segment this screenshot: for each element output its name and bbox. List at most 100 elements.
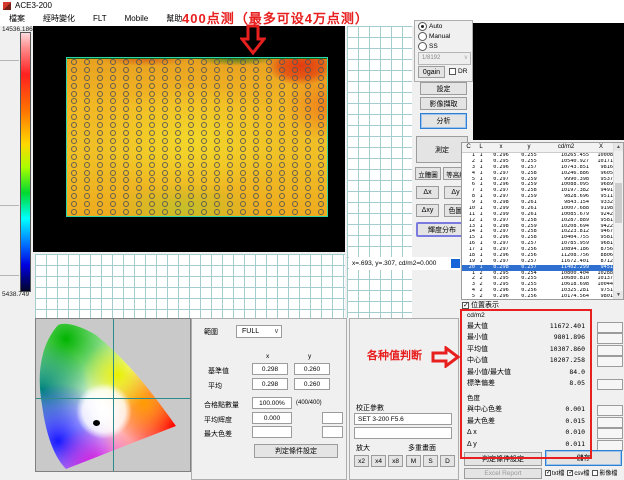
result-limit-box[interactable] <box>597 379 623 390</box>
shutter-select[interactable]: 1/8192 ∨ <box>418 52 471 65</box>
measure-point <box>253 91 259 97</box>
table-row[interactable]: 520.2960.25610174.5649801 <box>462 294 614 299</box>
measure-point <box>201 162 207 168</box>
reference-x-field[interactable]: 0.298 <box>252 363 288 375</box>
settings-button[interactable]: 設定 <box>420 82 467 95</box>
measure-point <box>253 185 259 191</box>
save-button[interactable]: 儲存 <box>545 450 622 466</box>
multi-M-button[interactable]: M <box>406 455 421 467</box>
table-scrollbar[interactable]: ▲ ▼ <box>613 143 623 299</box>
cie-chromaticity-panel[interactable] <box>35 318 191 472</box>
radio-Auto[interactable]: Auto <box>418 22 472 31</box>
average-x-field[interactable]: 0.298 <box>252 378 288 390</box>
max-color-diff-field[interactable] <box>252 426 292 438</box>
average-luminance-field[interactable]: 0.000 <box>252 412 292 424</box>
measure-point <box>136 130 142 136</box>
measure-point <box>266 122 272 128</box>
calibration-extra-field[interactable] <box>354 427 452 439</box>
measure-point <box>162 67 168 73</box>
checkbox-icon: ✓ <box>462 302 469 309</box>
measure-point <box>305 114 311 120</box>
delta-x-button[interactable]: Δx <box>416 186 439 199</box>
delta-xy-button[interactable]: Δxy <box>416 204 439 217</box>
dr-checkbox[interactable]: DR <box>449 68 467 75</box>
measure-point <box>318 114 324 120</box>
calibration-preset-field[interactable]: SET 3-200 F5.6 <box>354 413 452 425</box>
measure-point <box>227 91 233 97</box>
measure-point <box>97 98 103 104</box>
result-limit-box[interactable] <box>597 428 623 439</box>
zoom-x4-button[interactable]: x4 <box>371 455 386 467</box>
radio-Manual[interactable]: Manual <box>418 32 472 41</box>
scroll-down-icon[interactable]: ▼ <box>614 291 623 299</box>
measure-point <box>305 185 311 191</box>
measure-point <box>71 59 77 65</box>
capture-settings-panel: AutoManualSS 1/8192 ∨ 0gain DR <box>414 20 473 82</box>
result-value: 9801.896 <box>554 332 585 343</box>
result-limit-box[interactable] <box>597 345 623 356</box>
result-limit-box[interactable] <box>597 322 623 333</box>
measure-point <box>279 59 285 65</box>
measure-point <box>97 75 103 81</box>
average-luminance-aux-field[interactable] <box>322 412 343 424</box>
result-limit-box[interactable] <box>597 417 623 428</box>
menu-item-Mobile[interactable]: Mobile <box>116 12 158 26</box>
export-option-影像檔[interactable]: 影像檔 <box>592 468 617 477</box>
measure-point <box>110 75 116 81</box>
stereo-graph-button[interactable]: 立體圖 <box>415 167 441 180</box>
measure-point <box>123 170 129 176</box>
result-limit-box[interactable] <box>597 405 623 416</box>
radio-SS[interactable]: SS <box>418 42 472 51</box>
menu-item-FLT[interactable]: FLT <box>84 12 116 26</box>
result-limit-box[interactable] <box>597 356 623 367</box>
multi-D-button[interactable]: D <box>440 455 455 467</box>
measurement-table[interactable]: CLxycd/m2X 110.2960.25510265.45510008210… <box>461 142 624 300</box>
heatmap-measure-area[interactable] <box>66 57 328 217</box>
measure-point <box>227 162 233 168</box>
zoom-x2-button[interactable]: x2 <box>354 455 369 467</box>
col-header-X: X <box>589 143 613 152</box>
export-option-txt檔[interactable]: ✓txt檔 <box>545 468 564 477</box>
measure-point <box>318 162 324 168</box>
multi-S-button[interactable]: S <box>423 455 438 467</box>
measure-point <box>84 98 90 104</box>
range-select[interactable]: FULL ∨ <box>236 325 282 338</box>
measure-point <box>292 177 298 183</box>
cell: 9801 <box>589 294 613 299</box>
measure-point <box>318 59 324 65</box>
menu-item-經時變化[interactable]: 經時變化 <box>34 12 84 26</box>
menu-item-檔案[interactable]: 檔案 <box>0 12 34 26</box>
reference-y-field[interactable]: 0.260 <box>294 363 330 375</box>
position-display-checkbox[interactable]: ✓ 位置表示 <box>462 300 499 310</box>
measure-point <box>227 201 233 207</box>
scrollbar-thumb[interactable] <box>615 183 622 223</box>
judge-condition-button-2[interactable]: 判定條件設定 <box>254 444 338 458</box>
measure-point <box>110 130 116 136</box>
measure-point <box>188 154 194 160</box>
measure-point <box>305 83 311 89</box>
gain-button[interactable]: 0gain <box>418 66 445 78</box>
max-color-diff-aux-field[interactable] <box>322 426 343 438</box>
measure-point <box>84 138 90 144</box>
scroll-up-icon[interactable]: ▲ <box>614 143 623 151</box>
average-y-field[interactable]: 0.260 <box>294 378 330 390</box>
results-section-title: cd/m2 <box>461 311 587 321</box>
result-value: 0.001 <box>565 404 585 415</box>
measure-point <box>175 170 181 176</box>
measure-point <box>149 114 155 120</box>
analyze-button[interactable]: 分析 <box>420 113 467 129</box>
result-limit-box[interactable] <box>597 440 623 451</box>
excel-report-button[interactable]: Excel Report <box>464 468 542 479</box>
measure-point <box>227 122 233 128</box>
export-option-csv檔[interactable]: ✓csv檔 <box>567 468 589 477</box>
measure-point <box>175 91 181 97</box>
measure-point <box>162 83 168 89</box>
measure-point <box>227 177 233 183</box>
judge-condition-button[interactable]: 判定條件設定 <box>464 452 542 466</box>
pass-count-label: 合格點數量 <box>204 400 239 410</box>
measure-point <box>97 185 103 191</box>
table-body[interactable]: 110.2960.25510265.45510008210.2950.25510… <box>462 153 614 299</box>
result-limit-box[interactable] <box>597 333 623 344</box>
image-capture-button[interactable]: 影像擷取 <box>420 97 467 110</box>
zoom-x8-button[interactable]: x8 <box>388 455 403 467</box>
